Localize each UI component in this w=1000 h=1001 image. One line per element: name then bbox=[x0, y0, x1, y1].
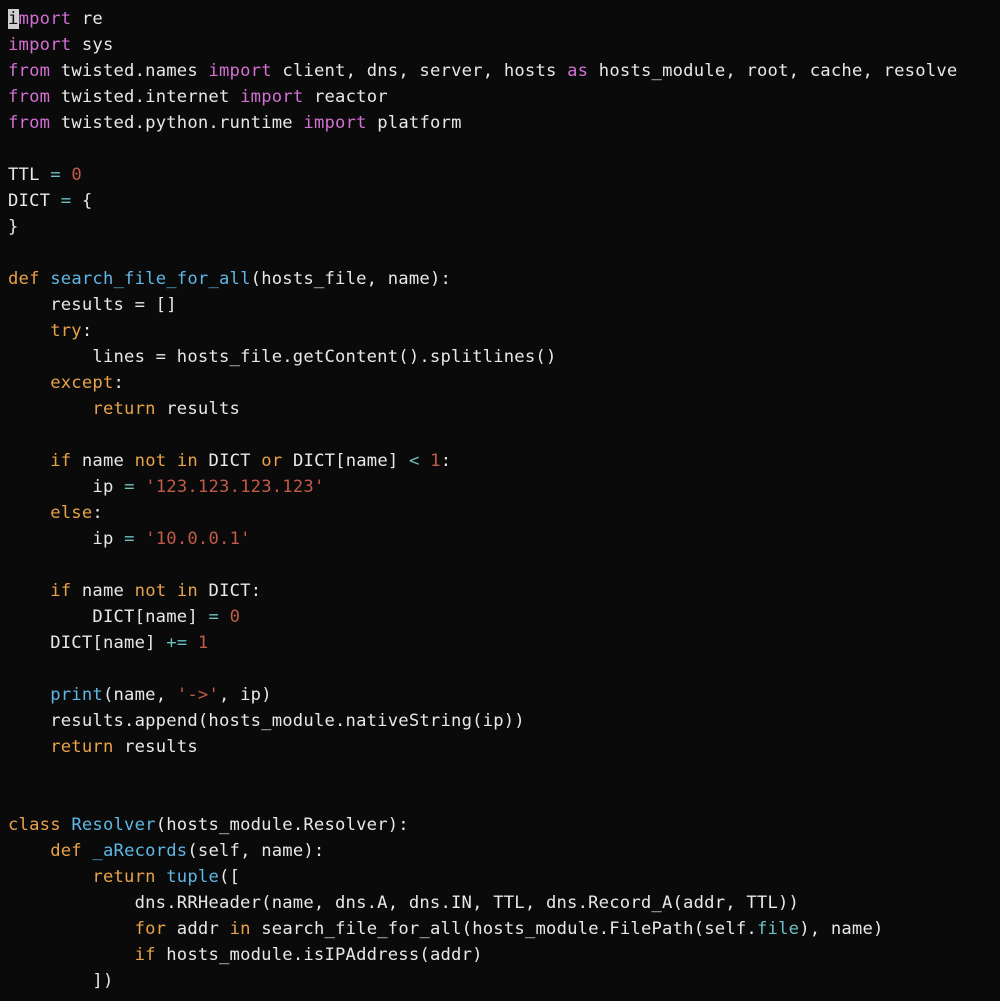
line: ip = '123.123.123.123' bbox=[8, 477, 325, 497]
cursor: i bbox=[8, 9, 19, 29]
line: return tuple([ bbox=[8, 867, 240, 887]
line: try: bbox=[8, 321, 92, 341]
line: import sys bbox=[8, 35, 114, 55]
line: lines = hosts_file.getContent().splitlin… bbox=[8, 347, 557, 367]
line: if name not in DICT: bbox=[8, 581, 261, 601]
line: DICT[name] += 1 bbox=[8, 633, 208, 653]
line: for addr in search_file_for_all(hosts_mo… bbox=[8, 919, 884, 939]
line: dns.RRHeader(name, dns.A, dns.IN, TTL, d… bbox=[8, 893, 799, 913]
line: results.append(hosts_module.nativeString… bbox=[8, 711, 525, 731]
line: from twisted.names import client, dns, s… bbox=[8, 61, 957, 81]
line: results = [] bbox=[8, 295, 177, 315]
line: else: bbox=[8, 503, 103, 523]
line: TTL = 0 bbox=[8, 165, 82, 185]
line: import re bbox=[8, 9, 103, 29]
line: print(name, '->', ip) bbox=[8, 685, 272, 705]
line: def search_file_for_all(hosts_file, name… bbox=[8, 269, 451, 289]
line: ]) bbox=[8, 971, 114, 991]
line: if hosts_module.isIPAddress(addr) bbox=[8, 945, 483, 965]
line: DICT = { bbox=[8, 191, 92, 211]
code-editor[interactable]: import re import sys from twisted.names … bbox=[0, 0, 1000, 1000]
line: return results bbox=[8, 737, 198, 757]
line: ip = '10.0.0.1' bbox=[8, 529, 251, 549]
line: except: bbox=[8, 373, 124, 393]
line: if name not in DICT or DICT[name] < 1: bbox=[8, 451, 451, 471]
line: class Resolver(hosts_module.Resolver): bbox=[8, 815, 409, 835]
line: from twisted.internet import reactor bbox=[8, 87, 388, 107]
line: def _aRecords(self, name): bbox=[8, 841, 324, 861]
line: DICT[name] = 0 bbox=[8, 607, 240, 627]
line: return results bbox=[8, 399, 240, 419]
line: } bbox=[8, 217, 19, 237]
line: from twisted.python.runtime import platf… bbox=[8, 113, 462, 133]
